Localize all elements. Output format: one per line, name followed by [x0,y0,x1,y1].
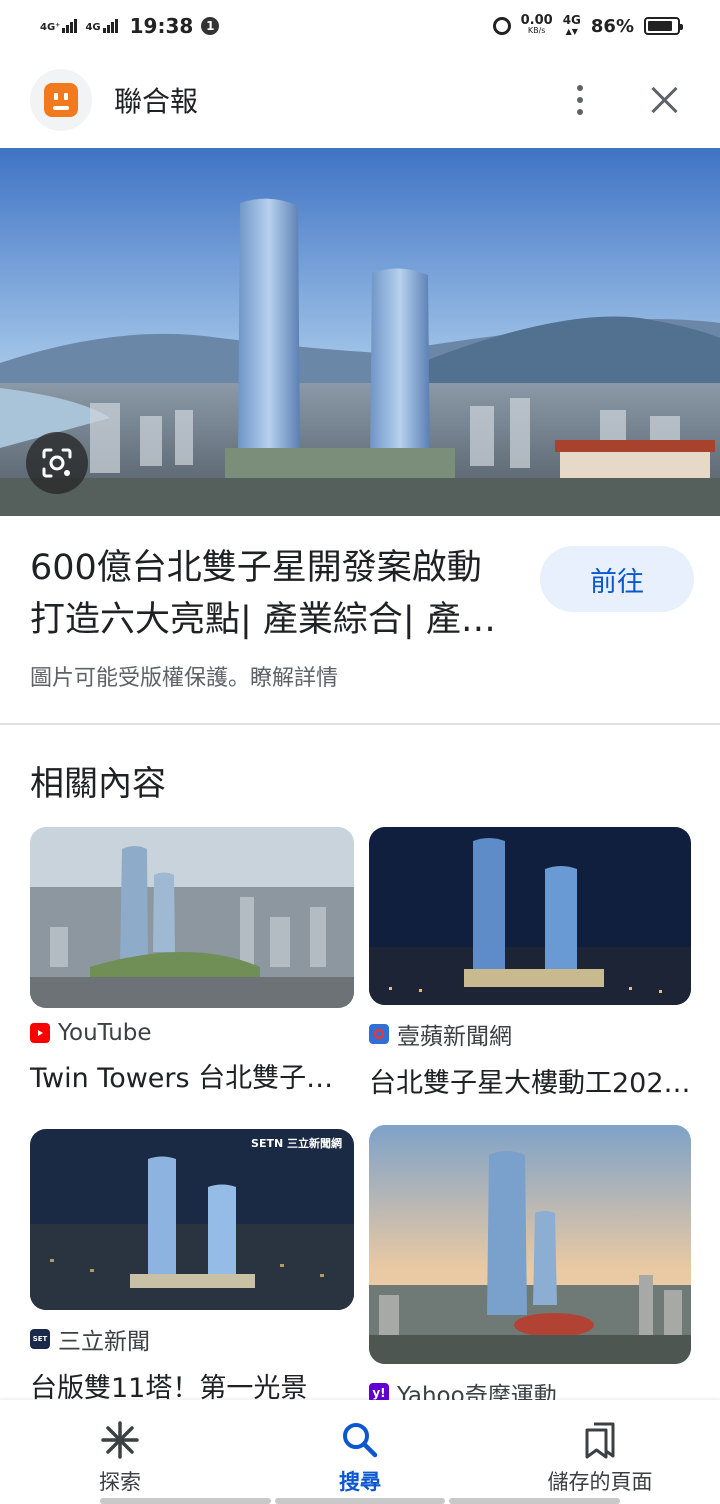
card-thumbnail[interactable] [369,1125,691,1364]
card-source: YouTube [30,1020,354,1046]
visit-button[interactable]: 前往 [540,546,694,612]
asterisk-icon [101,1421,139,1459]
card-source-name: 三立新聞 [58,1329,150,1355]
card-thumbnail[interactable] [369,827,691,1005]
card-title[interactable]: Twin Towers 台北雙子星大樓 [30,1056,354,1095]
more-vert-icon[interactable] [568,83,592,117]
network-type-3: 4G [562,13,581,27]
result-title[interactable]: 600億台北雙子星開發案啟動 打造六大亮點| 產業綜合| 產業綜合 [30,542,520,646]
result-title-row: 600億台北雙子星開發案啟動 打造六大亮點| 產業綜合| 產業綜合 前往 [30,542,694,646]
related-card[interactable]: SETN 三立新聞網 SET 三立新聞 台版雙11塔！第一光景 [30,1129,354,1405]
nav-label: 儲存的頁面 [547,1470,653,1494]
site-name[interactable]: 聯合報 [114,80,198,120]
nav-item-search[interactable]: 搜尋 [240,1400,480,1504]
bottom-navigation: 探索 搜尋 儲存的頁面 [0,1400,720,1504]
thumbnail-watermark: SETN 三立新聞網 [251,1137,342,1150]
signal-icon-2: 4G [85,19,118,33]
result-image[interactable] [0,148,720,516]
signal-icon-1: 4G⁺ [40,19,78,33]
divider [0,723,720,725]
close-icon[interactable] [650,85,680,115]
nav-item-saved[interactable]: 儲存的頁面 [480,1400,720,1504]
network-speed: 0.00 KB/s [520,13,553,36]
card-source: SET 三立新聞 [30,1322,354,1356]
related-card[interactable]: y! Yahoo奇摩運動 [369,1125,691,1410]
udn-logo-icon[interactable] [30,69,92,131]
nav-label: 搜尋 [339,1470,381,1494]
search-icon [343,1423,378,1458]
related-card[interactable]: YouTube Twin Towers 台北雙子星大樓 [30,827,354,1095]
notification-badge: 1 [201,17,220,35]
status-right: 0.00 KB/s 4G ▲▼ 86% [492,13,683,38]
card-thumbnail[interactable]: SETN 三立新聞網 [30,1129,354,1310]
status-left: 4G⁺ 4G 19:38 1 [40,14,220,38]
status-bar: 4G⁺ 4G 19:38 1 0.00 KB/s 4G ▲▼ 86% [0,0,720,52]
network-type-2: 4G [85,22,101,33]
card-title[interactable]: 台北雙子星大樓動工2027年完工 [369,1061,691,1100]
speed-value: 0.00 [520,13,553,28]
setn-icon: SET [30,1329,50,1349]
nav-item-discover[interactable]: 探索 [0,1400,240,1504]
battery-icon [644,17,683,35]
card-source: 壹蘋新聞網 [369,1017,691,1051]
twin-towers-image [0,148,720,516]
data-activity-icon: 4G ▲▼ [562,13,581,36]
result-header: 聯合報 [0,52,720,148]
bookmarks-icon [585,1422,615,1459]
card-source-name: 壹蘋新聞網 [397,1024,512,1050]
youtube-icon [30,1023,50,1043]
nav-label: 探索 [99,1470,141,1494]
related-card[interactable]: 壹蘋新聞網 台北雙子星大樓動工2027年完工 [369,827,691,1100]
battery-percent: 86% [590,15,634,37]
speed-unit: KB/s [527,26,546,35]
related-heading: 相關內容 [30,764,166,804]
alarm-icon [492,17,511,35]
copyright-notice[interactable]: 圖片可能受版權保護。瞭解詳情 [30,660,338,692]
network-type-1: 4G⁺ [40,22,61,33]
google-lens-icon[interactable] [26,432,88,494]
gesture-bar [0,1498,720,1504]
nextapple-icon [369,1024,389,1044]
card-source-name: YouTube [58,1020,152,1046]
card-thumbnail[interactable] [30,827,354,1008]
clock: 19:38 [129,14,194,38]
